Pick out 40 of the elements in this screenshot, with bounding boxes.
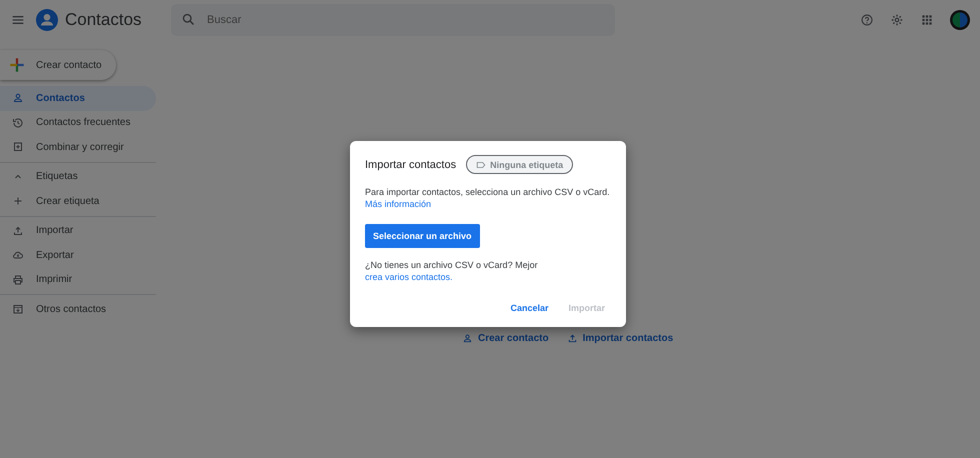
- search-field[interactable]: Buscar: [171, 4, 615, 36]
- sidebar-item[interactable]: Combinar y corregir: [0, 135, 156, 160]
- sidebar-item[interactable]: Importar: [0, 218, 156, 243]
- sidebar-item[interactable]: Contactos frecuentes: [0, 110, 156, 135]
- sidebar-item[interactable]: Exportar: [0, 243, 156, 268]
- create-contact-button[interactable]: Crear contacto: [0, 50, 116, 80]
- upload-icon: [12, 224, 24, 237]
- label-icon: [476, 160, 486, 170]
- help-icon[interactable]: [860, 13, 874, 27]
- sidebar-item[interactable]: Crear etiqueta: [0, 189, 156, 214]
- action-link[interactable]: Importar contactos: [566, 333, 674, 344]
- cloud-icon: [12, 249, 24, 262]
- alternative-text: ¿No tienes un archivo CSV o vCard? Mejor crea varios contactos.: [365, 259, 539, 283]
- app-title: Contactos: [65, 10, 143, 30]
- upload-icon: [566, 333, 578, 344]
- contacts-logo-icon: [36, 9, 58, 31]
- sidebar-item[interactable]: Otros contactos: [0, 297, 156, 322]
- sidebar-item[interactable]: Imprimir: [0, 268, 156, 292]
- info-link[interactable]: Más información: [365, 199, 432, 209]
- person-icon: [12, 92, 24, 104]
- dialog-message: Para importar contactos, selecciona un archivo CSV o vCard.: [365, 186, 611, 198]
- avatar[interactable]: [950, 10, 970, 30]
- apps-grid-icon[interactable]: [920, 13, 934, 27]
- printer-icon: [12, 274, 24, 286]
- settings-icon[interactable]: [890, 13, 904, 27]
- merge-icon: [12, 141, 24, 154]
- search-icon[interactable]: [181, 12, 196, 27]
- select-file-button[interactable]: Seleccionar un archivo: [365, 224, 480, 248]
- plus-icon: [12, 195, 24, 208]
- dialog-title: Importar contactos: [365, 158, 456, 170]
- plus-icon: [8, 56, 26, 74]
- create-contacts-link[interactable]: crea varios contactos.: [365, 272, 453, 282]
- label-chip[interactable]: Ninguna etiqueta: [466, 155, 574, 174]
- sidebar-item[interactable]: Etiquetas: [0, 164, 156, 189]
- archive-icon: [12, 303, 24, 316]
- history-icon: [12, 116, 24, 129]
- person-icon: [462, 333, 473, 344]
- sidebar-item[interactable]: Contactos: [0, 86, 156, 110]
- dialog-button[interactable]: Cancelar: [504, 299, 554, 317]
- action-link[interactable]: Crear contacto: [462, 333, 549, 344]
